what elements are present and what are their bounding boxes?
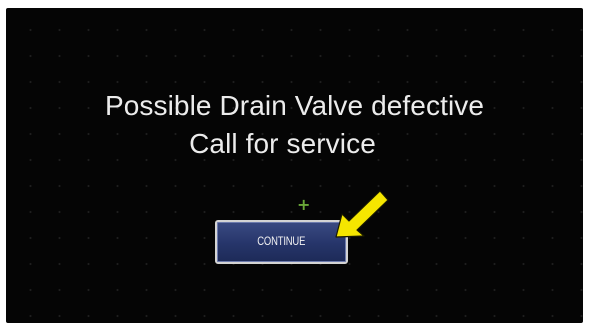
display-screen: Possible Drain Valve defective Call for … (6, 8, 583, 323)
alert-message-line-2: Call for service (189, 128, 376, 159)
continue-button-label: CONTINUE (257, 236, 306, 248)
continue-button[interactable]: CONTINUE (215, 220, 348, 264)
alert-message-line-1: Possible Drain Valve defective (104, 90, 485, 121)
yellow-arrow-icon (335, 190, 389, 238)
crosshair-icon: + (297, 195, 311, 214)
image-frame: Possible Drain Valve defective Call for … (0, 0, 589, 331)
